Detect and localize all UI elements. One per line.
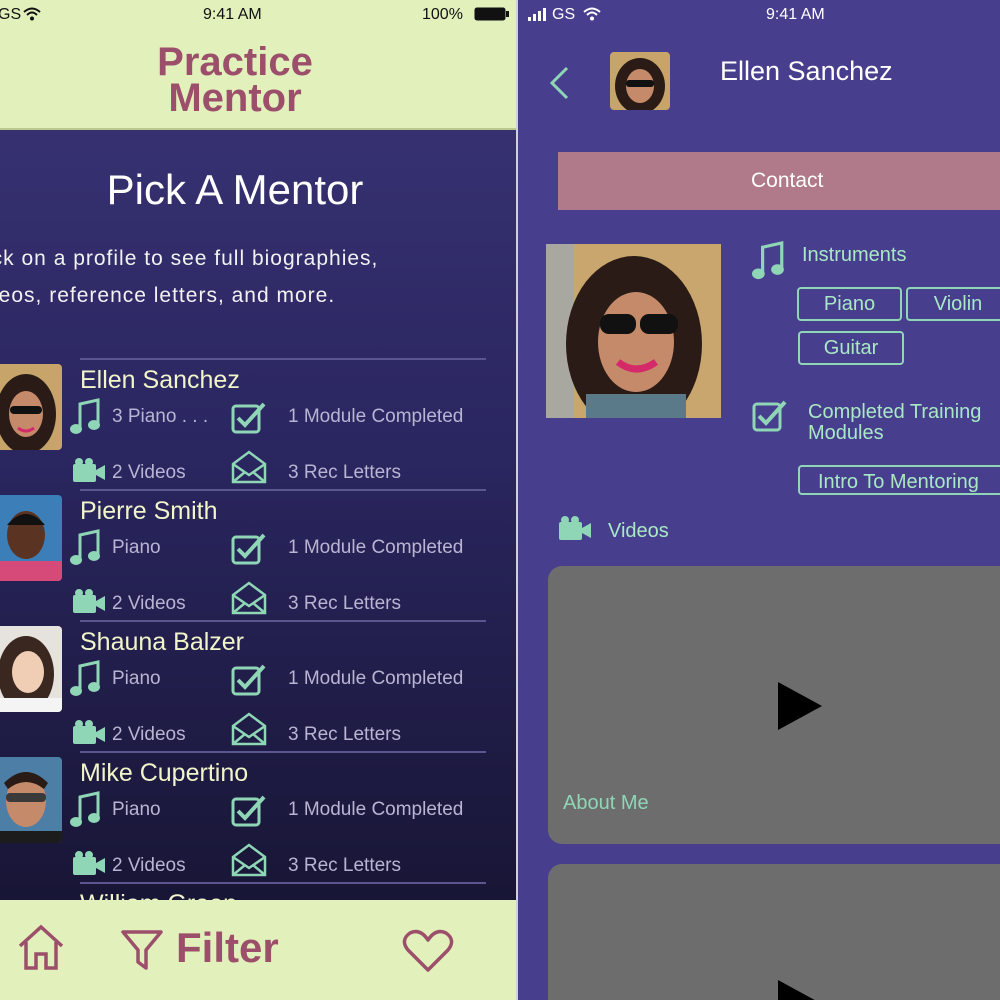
profile-photo bbox=[546, 244, 721, 418]
instrument-tag[interactable]: Guitar bbox=[798, 331, 904, 365]
description-line-2: deos, reference letters, and more. bbox=[0, 284, 336, 307]
mentor-instruments: Piano bbox=[112, 799, 161, 820]
mentor-instruments: Piano bbox=[112, 537, 161, 558]
signal-icon bbox=[528, 8, 546, 21]
row-divider bbox=[80, 882, 486, 884]
completed-label-line-2: Modules bbox=[808, 422, 884, 444]
music-note-icon bbox=[752, 240, 784, 280]
mentor-avatar bbox=[0, 364, 62, 450]
status-bar: GS 9:41 AM 100% bbox=[0, 0, 516, 30]
video-camera-icon bbox=[73, 589, 105, 613]
mentor-row[interactable]: Mike Cupertino Piano 1 Module Completed … bbox=[0, 751, 516, 881]
music-note-icon bbox=[70, 660, 100, 696]
mentor-avatar bbox=[0, 757, 62, 843]
checkbox-icon bbox=[231, 533, 266, 565]
page-title: Pick A Mentor bbox=[106, 166, 364, 213]
mentor-avatar bbox=[0, 626, 62, 712]
envelope-letter-icon bbox=[231, 712, 267, 746]
video-camera-icon bbox=[73, 851, 105, 875]
filter-button-label[interactable]: Filter bbox=[176, 924, 279, 972]
contact-button-label: Contact bbox=[751, 169, 824, 192]
mentor-name: Ellen Sanchez bbox=[80, 366, 240, 394]
mentor-videos: 2 Videos bbox=[112, 593, 186, 614]
mentor-letters: 3 Rec Letters bbox=[288, 724, 401, 745]
brand-line-1: Practice bbox=[157, 40, 313, 84]
instrument-tag[interactable]: Piano bbox=[797, 287, 902, 321]
music-note-icon bbox=[70, 398, 100, 434]
mentor-letters: 3 Rec Letters bbox=[288, 855, 401, 876]
mentor-modules: 1 Module Completed bbox=[288, 668, 464, 689]
video-camera-icon bbox=[559, 516, 591, 540]
music-note-icon bbox=[70, 529, 100, 565]
video-caption: About Me bbox=[563, 792, 649, 814]
envelope-letter-icon bbox=[231, 450, 267, 484]
status-time: 9:41 AM bbox=[766, 6, 825, 23]
play-icon[interactable] bbox=[776, 978, 824, 1000]
status-time: 9:41 AM bbox=[203, 6, 262, 23]
carrier-label: GS bbox=[552, 6, 576, 23]
profile-name: Ellen Sanchez bbox=[720, 56, 893, 86]
page-description: ick on a profile to see full biographies… bbox=[0, 240, 486, 314]
filter-icon[interactable] bbox=[120, 928, 164, 974]
envelope-letter-icon bbox=[231, 581, 267, 615]
video-player[interactable] bbox=[548, 864, 1000, 1000]
completed-label-line-1: Completed Training bbox=[808, 401, 982, 423]
mentor-videos: 2 Videos bbox=[112, 462, 186, 483]
contact-button[interactable]: Contact bbox=[558, 152, 1000, 210]
mentor-avatar bbox=[0, 495, 62, 581]
mentor-profile-screen: GS 9:41 AM Ellen Sanchez Contact Instrum… bbox=[518, 0, 1000, 1000]
mentor-modules: 1 Module Completed bbox=[288, 799, 464, 820]
envelope-letter-icon bbox=[231, 843, 267, 877]
play-icon[interactable] bbox=[776, 680, 824, 732]
videos-label: Videos bbox=[608, 520, 669, 542]
mentor-name: Shauna Balzer bbox=[80, 628, 245, 656]
heart-icon[interactable] bbox=[402, 928, 454, 974]
row-divider bbox=[80, 751, 486, 753]
mentor-name: Mike Cupertino bbox=[80, 759, 249, 787]
row-divider bbox=[80, 620, 486, 622]
row-divider bbox=[80, 358, 486, 360]
profile-header-avatar bbox=[610, 52, 670, 110]
battery-icon bbox=[474, 7, 509, 21]
mentor-videos: 2 Videos bbox=[112, 855, 186, 876]
battery-percent: 100% bbox=[422, 6, 463, 23]
checkbox-icon bbox=[231, 664, 266, 696]
video-player[interactable]: About Me bbox=[548, 566, 1000, 844]
app-header: GS 9:41 AM 100% Practice Mentor bbox=[0, 0, 516, 130]
mentor-row[interactable]: Pierre Smith Piano 1 Module Completed 2 … bbox=[0, 489, 516, 619]
video-camera-icon bbox=[73, 720, 105, 744]
music-note-icon bbox=[70, 791, 100, 827]
mentor-modules: 1 Module Completed bbox=[288, 537, 464, 558]
mentor-videos: 2 Videos bbox=[112, 724, 186, 745]
back-chevron-icon[interactable] bbox=[548, 66, 570, 100]
home-icon[interactable] bbox=[16, 922, 66, 972]
mentor-instruments: Piano bbox=[112, 668, 161, 689]
row-divider bbox=[80, 489, 486, 491]
description-line-1: ick on a profile to see full biographies… bbox=[0, 247, 379, 270]
mentor-name: Pierre Smith bbox=[80, 497, 218, 525]
wifi-icon bbox=[583, 7, 601, 21]
mentor-row[interactable]: Shauna Balzer Piano 1 Module Completed 2… bbox=[0, 620, 516, 750]
mentor-list-screen: GS 9:41 AM 100% Practice Mentor Pick A M… bbox=[0, 0, 516, 1000]
checkbox-icon bbox=[752, 400, 787, 432]
mentor-letters: 3 Rec Letters bbox=[288, 462, 401, 483]
status-bar: GS 9:41 AM bbox=[518, 0, 1000, 30]
checkbox-icon bbox=[231, 402, 266, 434]
brand-line-2: Mentor bbox=[168, 76, 302, 120]
module-tag[interactable]: Intro To Mentoring bbox=[798, 465, 1000, 495]
checkbox-icon bbox=[231, 795, 266, 827]
mentor-instruments: 3 Piano . . . bbox=[112, 406, 209, 427]
mentor-modules: 1 Module Completed bbox=[288, 406, 464, 427]
completed-modules-label: Completed Training Modules bbox=[808, 402, 981, 444]
mentor-row[interactable]: Ellen Sanchez 3 Piano . . . 1 Module Com… bbox=[0, 358, 516, 488]
wifi-icon bbox=[23, 7, 41, 21]
carrier-label: GS bbox=[0, 6, 22, 23]
instrument-tag[interactable]: Violin bbox=[906, 287, 1000, 321]
instruments-label: Instruments bbox=[802, 244, 907, 266]
mentor-letters: 3 Rec Letters bbox=[288, 593, 401, 614]
video-camera-icon bbox=[73, 458, 105, 482]
